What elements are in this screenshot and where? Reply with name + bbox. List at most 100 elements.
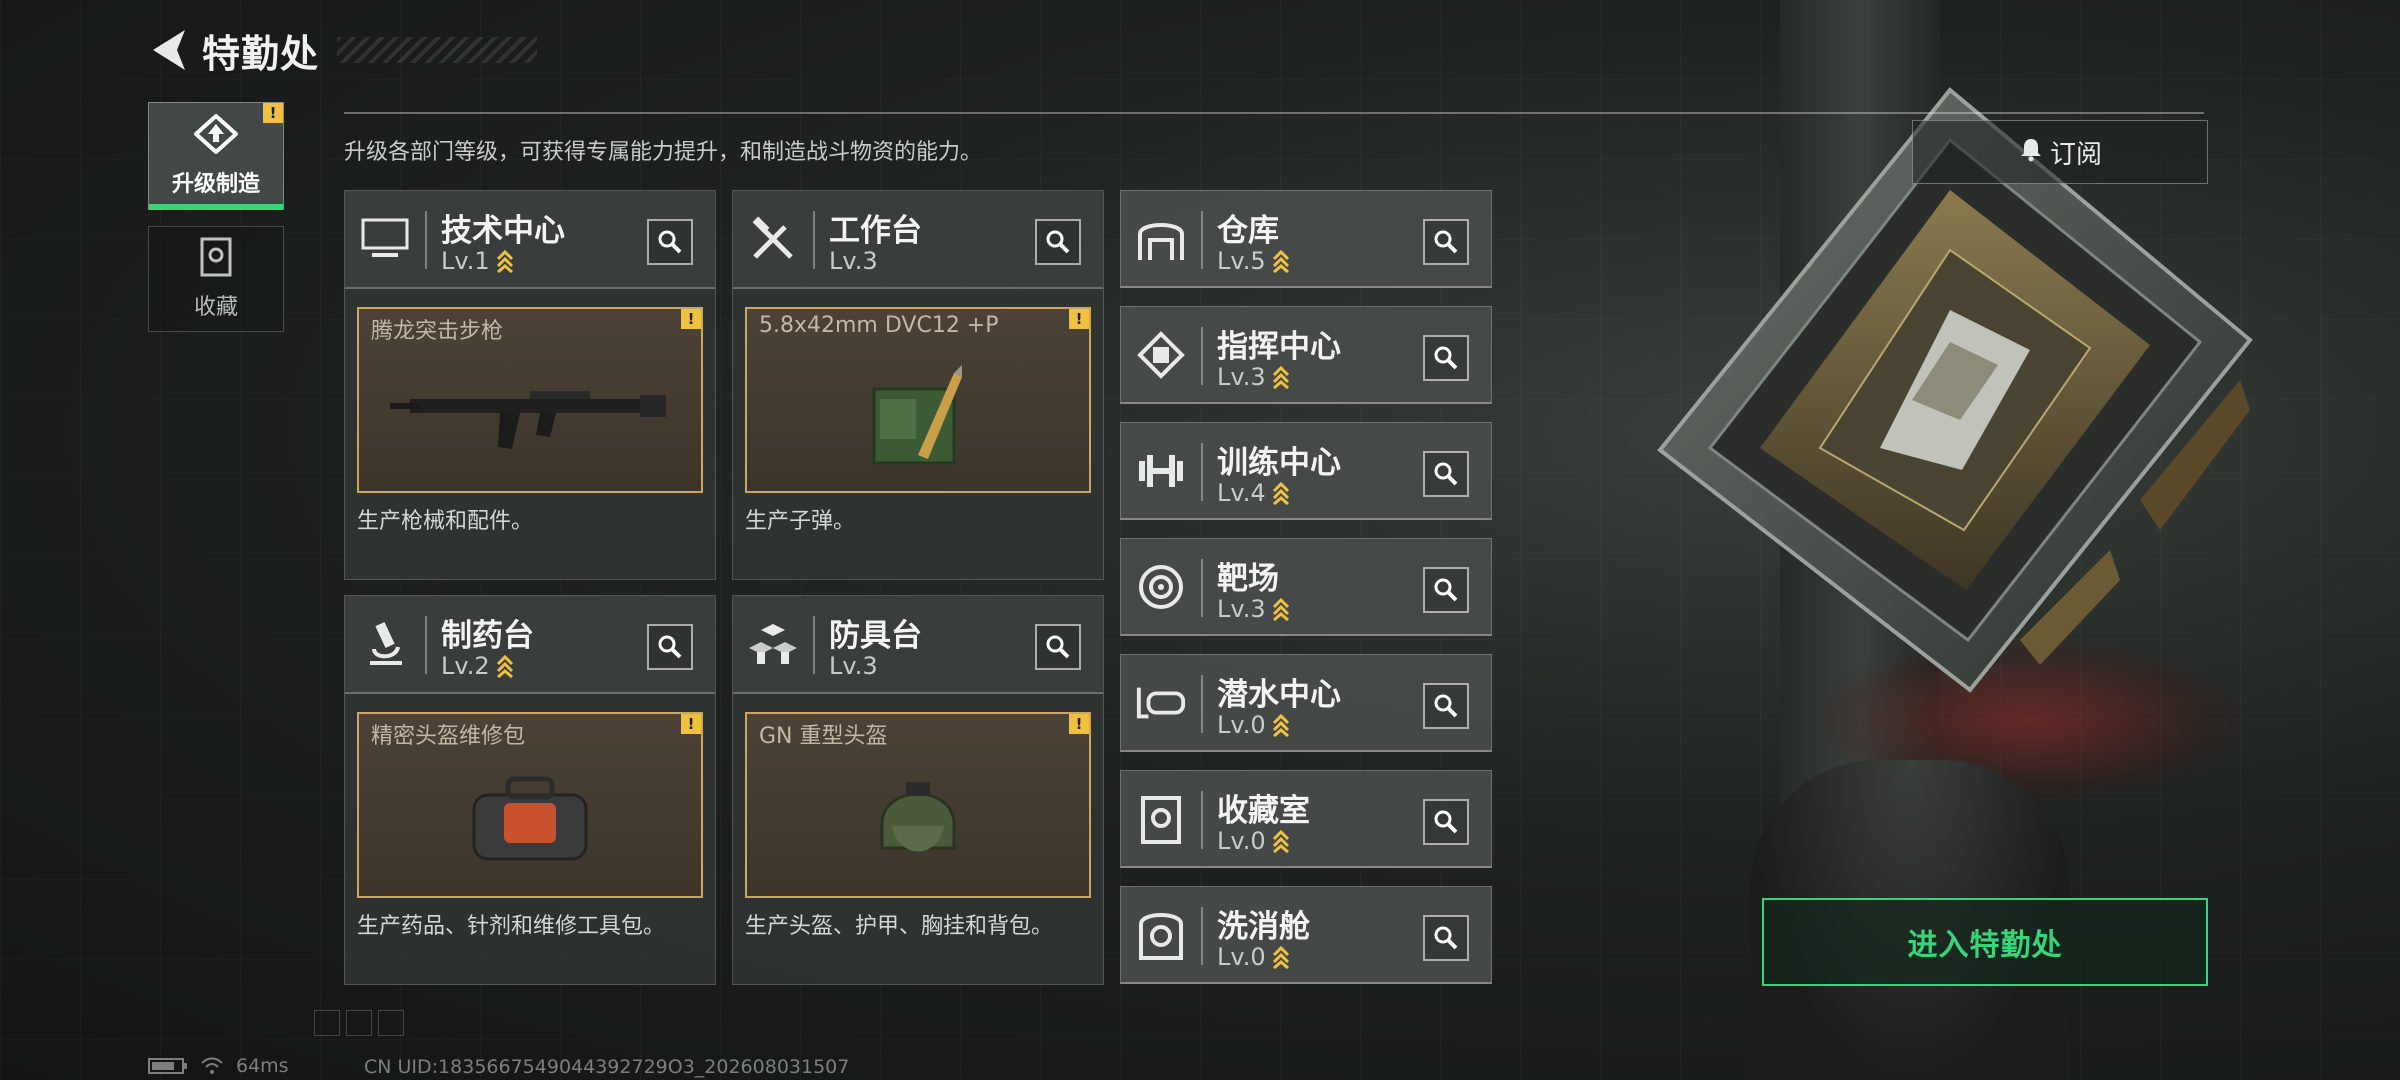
facility-card-collection-room[interactable]: 收藏室 Lv.0: [1120, 770, 1492, 868]
facility-name: 技术中心: [441, 213, 565, 249]
card-description: 生产子弹。: [745, 509, 856, 534]
product-slot[interactable]: 腾龙突击步枪 !: [357, 307, 703, 493]
search-icon: [1046, 230, 1070, 254]
decontam-icon: [1135, 909, 1187, 961]
facility-name: 收藏室: [1217, 793, 1310, 829]
facility-level: Lv.3: [829, 247, 878, 275]
monitor-icon: [359, 213, 411, 265]
dumbbell-icon: [1135, 445, 1187, 497]
facility-name: 指挥中心: [1217, 329, 1341, 365]
rifle-icon: [359, 339, 701, 489]
product-slot[interactable]: GN 重型头盔 !: [745, 712, 1091, 898]
tools-icon: [747, 213, 799, 265]
upgrade-icon: [193, 113, 239, 158]
card-header: 技术中心 Lv.1: [345, 191, 715, 289]
search-icon: [1434, 810, 1458, 834]
upgrade-arrows-icon: [1272, 249, 1289, 273]
facility-level: Lv.2: [441, 652, 514, 680]
search-icon: [1434, 694, 1458, 718]
search-button[interactable]: [1423, 915, 1469, 961]
chip-icon: [1135, 329, 1187, 381]
ping-value: 64ms: [236, 1055, 289, 1077]
facility-card-tech-center[interactable]: 技术中心 Lv.1 腾龙突击步枪 ! 生产枪械和配件。: [344, 190, 716, 580]
card-header: 工作台 Lv.3: [733, 191, 1103, 289]
subscribe-label: 订阅: [2049, 139, 2102, 170]
search-icon: [1434, 578, 1458, 602]
search-button[interactable]: [1423, 567, 1469, 613]
card-description: 生产头盔、护甲、胸挂和背包。: [745, 914, 1054, 939]
upgrade-arrows-icon: [1272, 945, 1289, 969]
facility-card-pharmacy[interactable]: 制药台 Lv.2 精密头盔维修包 ! 生产药品、针剂和维修工具包。: [344, 595, 716, 985]
facility-level: Lv.1: [441, 247, 514, 275]
product-slot[interactable]: 精密头盔维修包 !: [357, 712, 703, 898]
facility-name: 仓库: [1217, 213, 1279, 249]
warning-badge: !: [1069, 714, 1089, 734]
facility-card-decontamination[interactable]: 洗消舱 Lv.0: [1120, 886, 1492, 984]
facility-card-shooting-range[interactable]: 靶场 Lv.3: [1120, 538, 1492, 636]
facility-card-command-center[interactable]: 指挥中心 Lv.3: [1120, 306, 1492, 404]
facility-card-workbench[interactable]: 工作台 Lv.3 5.8x42mm DVC12 +P ! 生产子弹。: [732, 190, 1104, 580]
search-button[interactable]: [1423, 335, 1469, 381]
search-button[interactable]: [1423, 683, 1469, 729]
upgrade-arrows-icon: [496, 654, 513, 678]
facility-level: Lv.0: [1217, 827, 1290, 855]
sidebar-item-collection[interactable]: 收藏: [148, 226, 284, 332]
collection-icon: [198, 237, 234, 281]
product-slot[interactable]: 5.8x42mm DVC12 +P !: [745, 307, 1091, 493]
decorative-squares: [314, 1010, 404, 1036]
search-icon: [658, 635, 682, 659]
enter-hq-button[interactable]: 进入特勤处: [1762, 898, 2208, 986]
facility-card-armor[interactable]: 防具台 Lv.3 GN 重型头盔 ! 生产头盔、护甲、胸挂和背包。: [732, 595, 1104, 985]
facility-card-training-center[interactable]: 训练中心 Lv.4: [1120, 422, 1492, 520]
subscribe-button[interactable]: 订阅: [1912, 120, 2208, 184]
target-icon: [1135, 561, 1187, 613]
warning-badge: !: [681, 309, 701, 329]
search-button[interactable]: [1035, 219, 1081, 265]
page-title: 特勤处: [202, 31, 320, 76]
search-icon: [1434, 230, 1458, 254]
wifi-icon: [201, 1057, 223, 1074]
search-icon: [1434, 462, 1458, 486]
card-description: 生产药品、针剂和维修工具包。: [357, 914, 666, 939]
uid-text: CN UID:1835667549044392729O3_20260803150…: [364, 1056, 850, 1078]
facility-level: Lv.3: [1217, 363, 1290, 391]
facility-card-diving-center[interactable]: 潜水中心 Lv.0: [1120, 654, 1492, 752]
card-header: 制药台 Lv.2: [345, 596, 715, 694]
facility-name: 训练中心: [1217, 445, 1341, 481]
facility-level: Lv.4: [1217, 479, 1290, 507]
sidebar-item-label: 收藏: [193, 295, 238, 320]
description-text: 升级各部门等级，可获得专属能力提升，和制造战斗物资的能力。: [344, 140, 983, 165]
facility-level: Lv.3: [1217, 595, 1290, 623]
facility-name: 潜水中心: [1217, 677, 1341, 713]
bell-icon: [2018, 136, 2044, 169]
search-icon: [1434, 346, 1458, 370]
search-button[interactable]: [647, 219, 693, 265]
facility-name: 制药台: [441, 618, 534, 654]
card-header: 防具台 Lv.3: [733, 596, 1103, 694]
facility-name: 工作台: [829, 213, 922, 249]
search-button[interactable]: [647, 624, 693, 670]
search-icon: [1046, 635, 1070, 659]
cubes-icon: [747, 618, 799, 670]
ammo-box-icon: [747, 339, 1089, 489]
facility-name: 靶场: [1217, 561, 1279, 597]
facility-level: Lv.3: [829, 652, 878, 680]
search-button[interactable]: [1035, 624, 1081, 670]
facility-level: Lv.5: [1217, 247, 1290, 275]
warning-badge: !: [1069, 309, 1089, 329]
search-button[interactable]: [1423, 219, 1469, 265]
facility-level: Lv.0: [1217, 711, 1290, 739]
divider: [344, 112, 2204, 114]
search-button[interactable]: [1423, 799, 1469, 845]
search-button[interactable]: [1423, 451, 1469, 497]
diving-mask-icon: [1135, 677, 1187, 729]
warning-badge: !: [681, 714, 701, 734]
upgrade-arrows-icon: [1272, 481, 1289, 505]
sidebar-item-label: 升级制造: [171, 172, 260, 197]
facility-card-warehouse[interactable]: 仓库 Lv.5: [1120, 190, 1492, 288]
helmet-icon: [747, 744, 1089, 894]
sidebar-item-upgrade[interactable]: 升级制造 !: [148, 102, 284, 210]
back-arrow-icon[interactable]: [148, 27, 188, 73]
facility-name: 防具台: [829, 618, 922, 654]
microscope-icon: [359, 618, 411, 670]
